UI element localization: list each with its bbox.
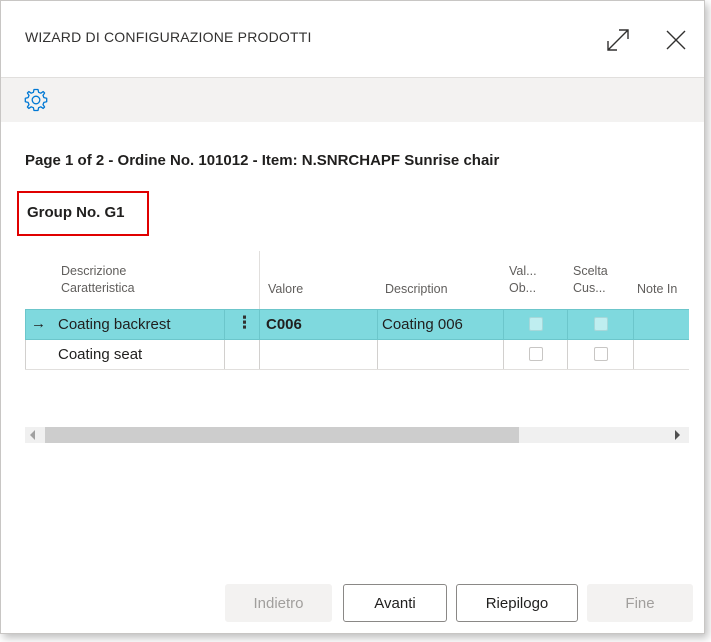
cell-valore[interactable]: C006 xyxy=(266,316,302,333)
back-button[interactable]: Indietro xyxy=(225,584,332,622)
horizontal-scrollbar[interactable] xyxy=(25,427,689,443)
header-descrizione[interactable]: Descrizione Caratteristica xyxy=(61,263,135,297)
scroll-right-arrow-icon[interactable] xyxy=(675,430,680,440)
cell-border xyxy=(503,340,504,369)
table-row[interactable]: Coating seat xyxy=(25,340,689,370)
cell-border xyxy=(633,340,634,369)
header-val-line1: Val... xyxy=(509,264,537,278)
cell-border xyxy=(567,340,568,369)
cell-border xyxy=(224,340,225,369)
row-actions-icon[interactable]: ⋮ xyxy=(236,313,253,333)
cell-border xyxy=(567,310,568,339)
cell-descrizione[interactable]: Coating seat xyxy=(58,346,142,363)
current-row-arrow-icon: → xyxy=(31,315,46,332)
finish-button[interactable]: Fine xyxy=(587,584,693,622)
header-valore[interactable]: Valore xyxy=(268,281,303,298)
header-description[interactable]: Description xyxy=(385,281,448,298)
wizard-dialog: WIZARD DI CONFIGURAZIONE PRODOTTI Page 1… xyxy=(0,0,705,634)
page-info-heading: Page 1 of 2 - Ordine No. 101012 - Item: … xyxy=(25,152,500,169)
header-descrizione-line1: Descrizione xyxy=(61,264,127,278)
header-descrizione-line2: Caratteristica xyxy=(61,281,135,295)
characteristics-grid: Descrizione Caratteristica Valore Descri… xyxy=(25,251,689,373)
dialog-title: WIZARD DI CONFIGURAZIONE PRODOTTI xyxy=(25,29,312,45)
table-row[interactable]: → Coating backrest ⋮ C006 Coating 006 xyxy=(25,309,689,340)
cell-border xyxy=(224,310,225,339)
close-icon xyxy=(666,30,686,50)
summary-button[interactable]: Riepilogo xyxy=(456,584,578,622)
header-separator xyxy=(259,251,260,309)
group-label: Group No. G1 xyxy=(27,204,125,221)
scrollbar-thumb[interactable] xyxy=(45,427,519,443)
cell-border xyxy=(25,310,26,339)
cell-border xyxy=(25,340,26,369)
settings-button[interactable] xyxy=(23,87,49,113)
cell-border xyxy=(377,310,378,339)
expand-icon xyxy=(607,29,629,51)
dialog-titlebar: WIZARD DI CONFIGURAZIONE PRODOTTI xyxy=(1,1,704,78)
header-scelta-line1: Scelta xyxy=(573,264,608,278)
gear-icon xyxy=(24,88,48,112)
dialog-toolbar xyxy=(1,78,704,122)
checkbox-val-obbligatorio[interactable] xyxy=(529,317,543,331)
header-scelta-line2: Cus... xyxy=(573,281,606,295)
cell-descrizione[interactable]: Coating backrest xyxy=(58,316,171,333)
checkbox-scelta-custom[interactable] xyxy=(594,347,608,361)
cell-border xyxy=(633,310,634,339)
cell-border xyxy=(377,340,378,369)
scroll-left-arrow-icon[interactable] xyxy=(30,430,35,440)
group-highlight-box: Group No. G1 xyxy=(17,191,149,236)
cell-border xyxy=(259,340,260,369)
close-button[interactable] xyxy=(661,25,691,55)
next-button[interactable]: Avanti xyxy=(343,584,447,622)
header-val-obbligatorio[interactable]: Val... Ob... xyxy=(509,263,537,297)
header-scelta-custom[interactable]: Scelta Cus... xyxy=(573,263,608,297)
header-val-line2: Ob... xyxy=(509,281,537,295)
checkbox-val-obbligatorio[interactable] xyxy=(529,347,543,361)
checkbox-scelta-custom[interactable] xyxy=(594,317,608,331)
cell-border xyxy=(503,310,504,339)
expand-button[interactable] xyxy=(603,25,633,55)
cell-description[interactable]: Coating 006 xyxy=(382,316,463,333)
cell-border xyxy=(259,310,260,339)
header-note[interactable]: Note In xyxy=(637,281,677,298)
